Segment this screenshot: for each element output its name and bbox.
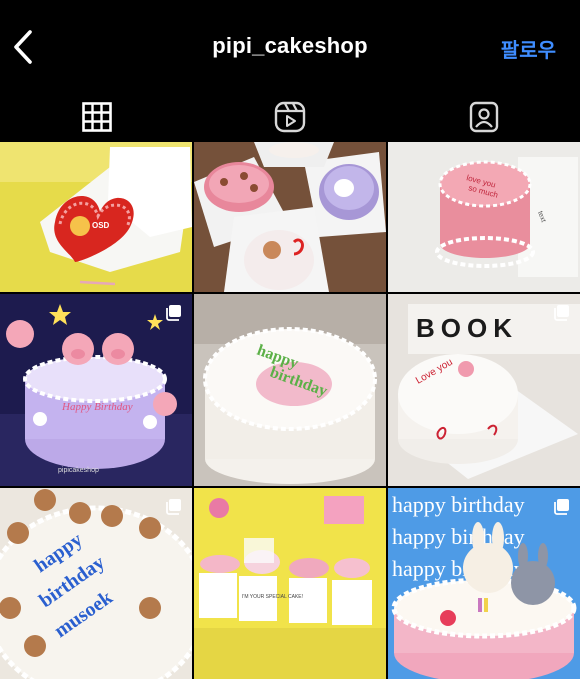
post-thumbnail[interactable]: BOOK Love you [388,294,580,486]
banner-line-1: happy birthday [392,492,525,517]
post-thumbnail[interactable]: OSD [0,142,192,292]
pink-lettering-cake-image: text love you so much [388,142,580,292]
mini-cakes-image [194,142,386,292]
reels-icon [274,101,305,133]
cake-caption: Happy Birthday [61,401,133,413]
watermark-text: pipicakeshop [58,467,99,474]
post-thumbnail[interactable]: happy birthday [194,294,386,486]
top-bar: pipi_cakeshop 팔로우 [0,0,580,92]
tab-tagged[interactable] [387,92,580,142]
tab-reels[interactable] [193,92,386,142]
post-thumbnail[interactable]: Happy Birthday pipicakeshop [0,294,192,486]
post-thumbnail[interactable]: happy birthday happy birthday happy birt… [388,488,580,679]
bear-cake-image: happy birthday musoek [0,488,192,679]
pig-birthday-cake-image: Happy Birthday pipicakeshop [0,294,192,486]
post-thumbnail[interactable]: happy birthday musoek [0,488,192,679]
profile-username: pipi_cakeshop [212,33,368,58]
post-thumbnail[interactable]: text love you so much [388,142,580,292]
banner-line-2: happy birthday [392,524,525,549]
book-label: BOOK [416,313,518,343]
special-cake-boxes-image: I'M YOUR SPECIAL CAKE! [194,488,386,679]
follow-button[interactable]: 팔로우 [501,34,556,63]
box-label: I'M YOUR SPECIAL CAKE! [242,594,303,600]
post-thumbnail[interactable]: I'M YOUR SPECIAL CAKE! [194,488,386,679]
multiple-photos-icon [554,499,569,515]
profile-tabs [0,92,580,142]
green-birthday-cake-image: happy birthday [194,294,386,486]
posts-grid: OSD text love you so much Happy Birthday… [0,142,580,679]
grid-icon [81,102,112,132]
multiple-photos-icon [166,499,181,515]
multiple-photos-icon [554,305,569,321]
multiple-photos-icon [166,305,181,321]
tab-posts-grid[interactable] [0,92,193,142]
love-you-cake-image: BOOK Love you [388,294,580,486]
tagged-icon [469,101,498,133]
svg-text:OSD: OSD [92,221,110,230]
bunny-birthday-cake-image: happy birthday happy birthday happy birt… [388,488,580,679]
post-thumbnail[interactable] [194,142,386,292]
red-heart-cake-image: OSD [0,142,192,292]
